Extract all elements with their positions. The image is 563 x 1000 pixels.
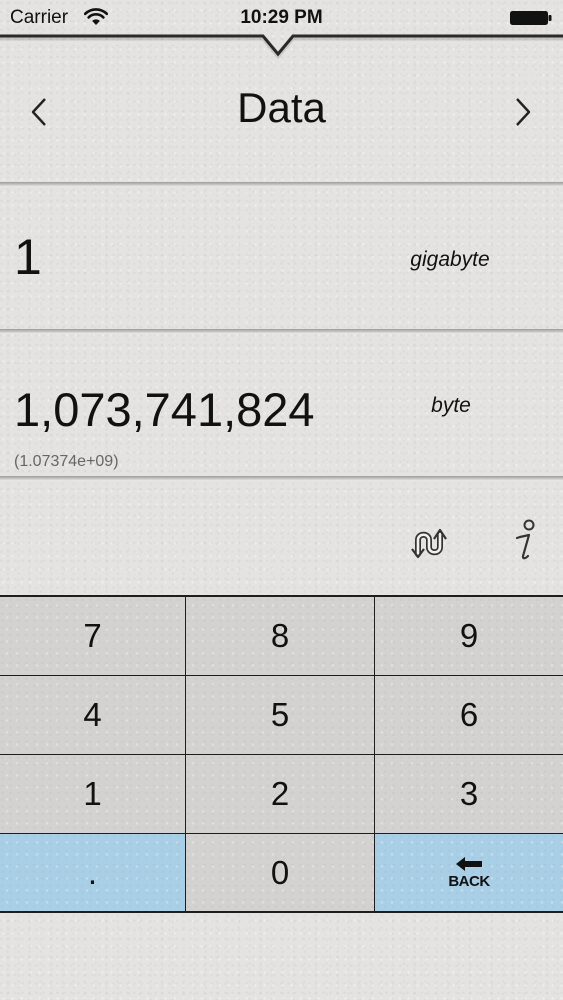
- key-4[interactable]: 4: [0, 676, 186, 755]
- key-9[interactable]: 9: [375, 597, 563, 676]
- output-value: 1,073,741,824: [14, 383, 315, 436]
- divider: [0, 476, 563, 481]
- chevron-right-icon[interactable]: [508, 96, 538, 128]
- status-time: 10:29 PM: [240, 7, 323, 28]
- key-6[interactable]: 6: [375, 676, 563, 755]
- key-3[interactable]: 3: [375, 755, 563, 834]
- key-decimal[interactable]: .: [0, 834, 186, 911]
- battery-full-icon: [510, 11, 552, 25]
- back-button[interactable]: BACK: [375, 834, 563, 911]
- header-divider-notch: [0, 34, 563, 60]
- input-value: 1: [14, 229, 42, 285]
- info-icon[interactable]: [508, 518, 540, 566]
- back-label: BACK: [448, 872, 490, 890]
- category-title: Data: [237, 84, 326, 131]
- back-arrow-icon: [456, 856, 482, 871]
- category-header: Data: [0, 60, 563, 180]
- output-row[interactable]: 1,073,741,824 byte (1.07374e+09): [0, 336, 563, 476]
- swap-units-icon[interactable]: [410, 520, 456, 566]
- key-0[interactable]: 0: [186, 834, 375, 911]
- output-unit[interactable]: byte: [340, 394, 562, 418]
- key-7[interactable]: 7: [0, 597, 186, 676]
- divider: [0, 182, 563, 187]
- status-bar: Carrier 10:29 PM: [0, 0, 563, 36]
- key-5[interactable]: 5: [186, 676, 375, 755]
- output-scientific-value: (1.07374e+09): [14, 453, 119, 470]
- input-row[interactable]: 1 gigabyte: [0, 188, 563, 328]
- chevron-left-icon[interactable]: [24, 96, 54, 128]
- divider: [0, 329, 563, 334]
- keypad: 7 8 9 4 5 6 1 2 3 . 0 BACK: [0, 595, 563, 913]
- input-unit[interactable]: gigabyte: [340, 248, 560, 272]
- key-1[interactable]: 1: [0, 755, 186, 834]
- key-2[interactable]: 2: [186, 755, 375, 834]
- key-8[interactable]: 8: [186, 597, 375, 676]
